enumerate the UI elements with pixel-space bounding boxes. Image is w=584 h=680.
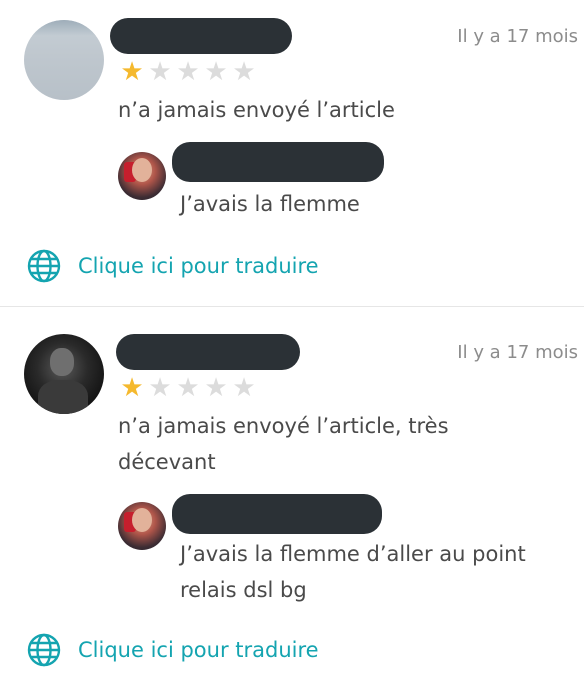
- seller-avatar[interactable]: [118, 152, 166, 200]
- seller-reply-line: J’avais la flemme: [180, 192, 360, 216]
- star-icon: ★: [120, 373, 144, 403]
- translate-label: Clique ici pour traduire: [78, 638, 319, 662]
- review-comment-line: n’a jamais envoyé l’article: [118, 98, 395, 122]
- redacted-seller-name: [172, 494, 382, 534]
- review-comment-line: décevant: [118, 450, 216, 474]
- star-icon: ★: [176, 373, 200, 403]
- star-icon: ★: [232, 373, 256, 403]
- reviewer-avatar[interactable]: [24, 20, 104, 100]
- seller-reply: J’avais la flemme d’aller au point relai…: [180, 536, 526, 608]
- translate-link[interactable]: Clique ici pour traduire: [26, 248, 319, 284]
- seller-reply: J’avais la flemme: [180, 186, 360, 222]
- seller-avatar[interactable]: [118, 502, 166, 550]
- review-comment: n’a jamais envoyé l’article: [118, 92, 395, 128]
- star-rating: ★ ★ ★ ★ ★: [118, 58, 258, 86]
- seller-reply-line: J’avais la flemme d’aller au point: [180, 542, 526, 566]
- review-card: Il y a 17 mois ★ ★ ★ ★ ★ n’a jamais envoyé l…: [0, 308, 584, 680]
- star-icon: ★: [204, 57, 228, 87]
- reviewer-avatar[interactable]: [24, 334, 104, 414]
- review-comment-line: n’a jamais envoyé l’article, très: [118, 414, 449, 438]
- redacted-reviewer-name: [116, 334, 300, 370]
- star-icon: ★: [148, 373, 172, 403]
- globe-icon: [26, 248, 62, 284]
- review-card: Il y a 17 mois ★ ★ ★ ★ ★ n’a jamais envoyé l…: [0, 0, 584, 306]
- star-icon: ★: [176, 57, 200, 87]
- review-divider: [0, 306, 584, 307]
- star-icon: ★: [120, 57, 144, 87]
- redacted-seller-name: [172, 142, 384, 182]
- redacted-reviewer-name: [110, 18, 292, 54]
- star-icon: ★: [148, 57, 172, 87]
- review-date: Il y a 17 mois: [457, 26, 578, 47]
- translate-link[interactable]: Clique ici pour traduire: [26, 632, 319, 668]
- review-comment: n’a jamais envoyé l’article, très déceva…: [118, 408, 449, 480]
- seller-reply-line: relais dsl bg: [180, 578, 307, 602]
- star-icon: ★: [204, 373, 228, 403]
- review-date: Il y a 17 mois: [457, 342, 578, 363]
- globe-icon: [26, 632, 62, 668]
- star-rating: ★ ★ ★ ★ ★: [118, 374, 258, 402]
- star-icon: ★: [232, 57, 256, 87]
- translate-label: Clique ici pour traduire: [78, 254, 319, 278]
